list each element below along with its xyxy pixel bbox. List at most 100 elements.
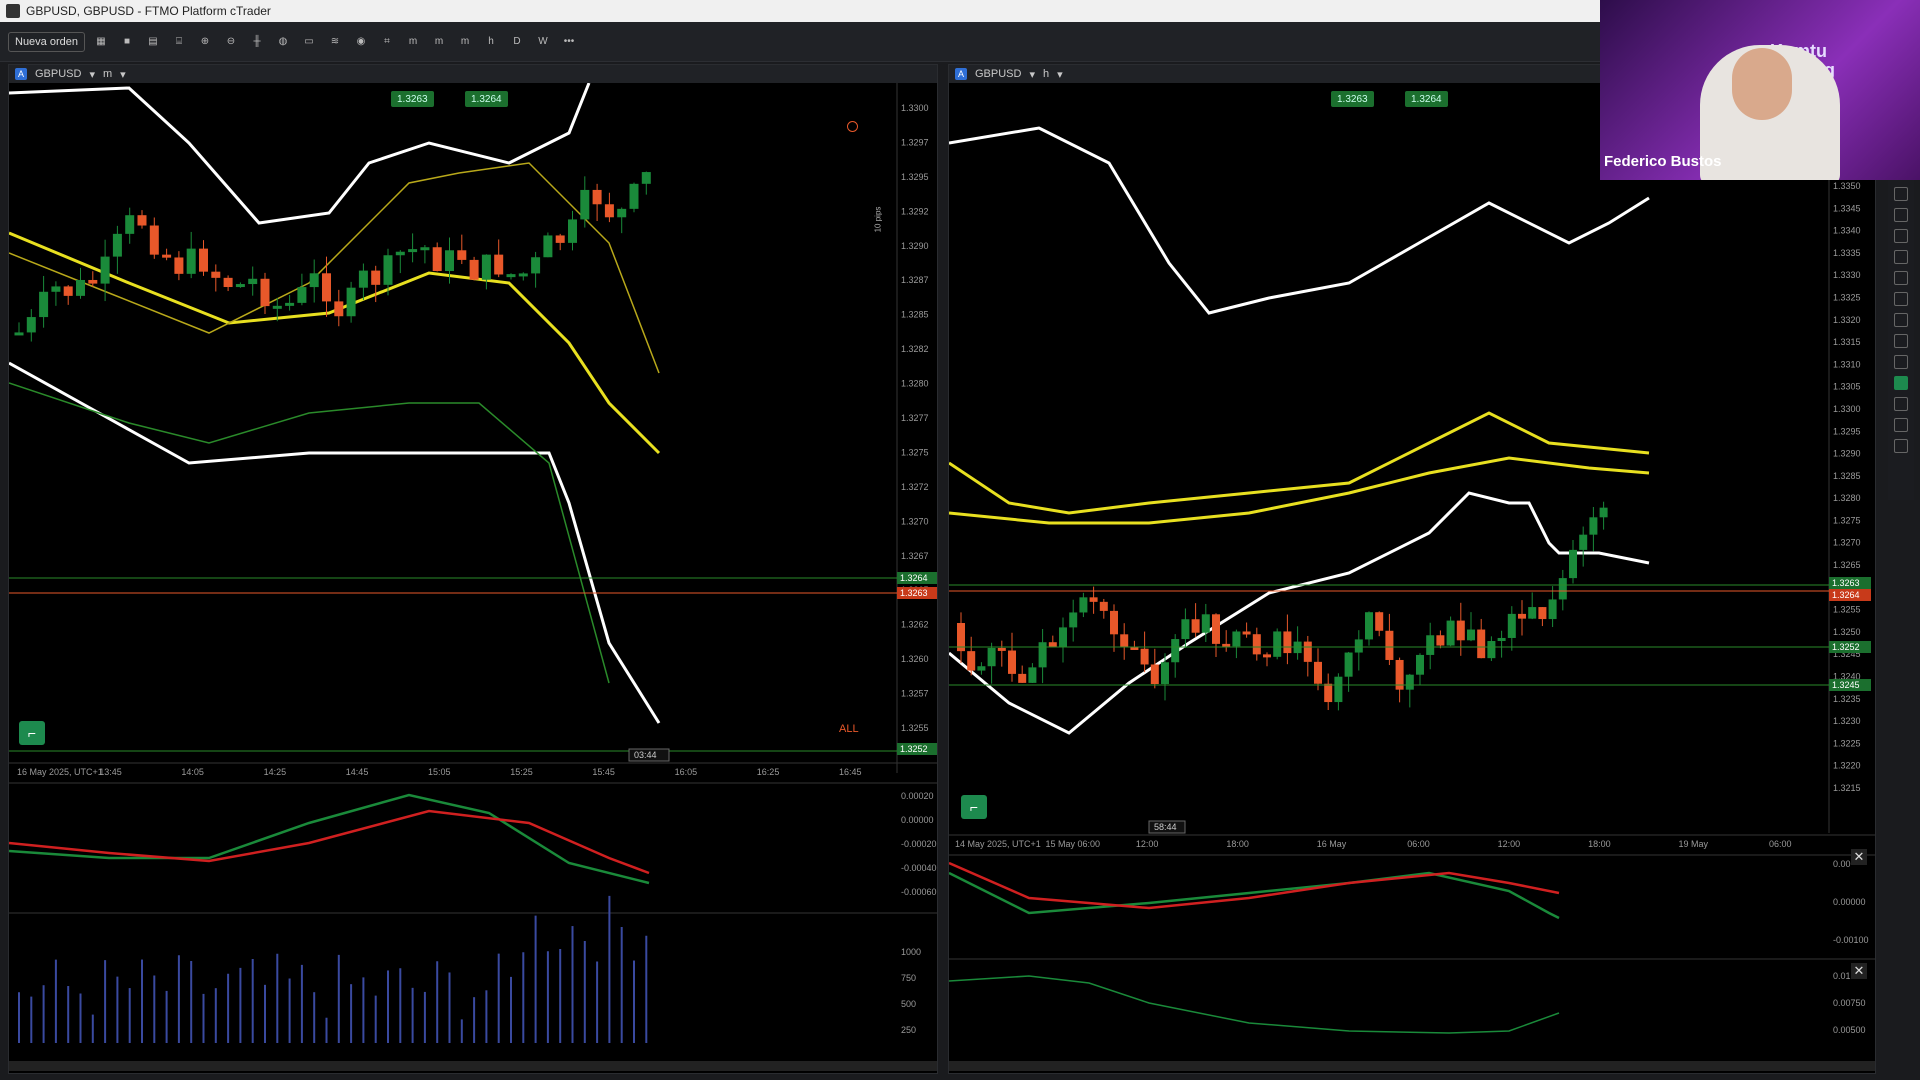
right-symbol-selector[interactable]: GBPUSD xyxy=(975,68,1021,80)
dropdown-icon[interactable]: ▾ xyxy=(120,68,126,81)
right-quick-trade-button[interactable]: ⌐ xyxy=(961,795,987,819)
left-quick-trade-button[interactable]: ⌐ xyxy=(19,721,45,745)
right-time-tick: 14 May 2025, UTC+1 xyxy=(955,839,1041,849)
left-volume-tick: 750 xyxy=(901,973,916,983)
left-price-tick: 1.3285 xyxy=(901,310,929,320)
tf-m15-button[interactable]: m xyxy=(455,33,475,51)
symbol-badge-icon: A xyxy=(955,68,967,80)
left-bid-tag[interactable]: 1.3263 xyxy=(391,91,434,107)
globe-icon[interactable]: ◍ xyxy=(273,33,293,51)
left-chart-pane[interactable]: A GBPUSD ▾ m ▾ 1.3300 1.3297 1.3295 1.3292 1… xyxy=(8,64,938,1074)
fibonacci-tool-icon[interactable] xyxy=(1894,334,1908,348)
pin-tool-icon[interactable] xyxy=(1894,250,1908,264)
right-timeframe-selector[interactable]: h xyxy=(1043,68,1049,80)
close-indicator-icon[interactable]: ✕ xyxy=(1851,963,1867,979)
left-candle xyxy=(445,250,454,272)
left-candle xyxy=(199,248,208,272)
rectangle-tool-icon[interactable] xyxy=(1894,292,1908,306)
left-price-tick: 1.3270 xyxy=(901,516,929,526)
right-horizontal-scrollbar[interactable] xyxy=(949,1061,1875,1071)
left-time-tick: 15:45 xyxy=(592,767,615,777)
left-timeframe-selector[interactable]: m xyxy=(103,68,112,80)
tf-w1-button[interactable]: W xyxy=(533,33,553,51)
tf-h1-button[interactable]: h xyxy=(481,33,501,51)
layers-icon[interactable]: ≋ xyxy=(325,33,345,51)
left-candle xyxy=(309,273,319,288)
layout-single-icon[interactable]: ▦ xyxy=(91,33,111,51)
alert-tool-icon[interactable] xyxy=(1894,418,1908,432)
more-button[interactable]: ••• xyxy=(559,33,579,51)
layout-split-icon[interactable]: ▤ xyxy=(143,33,163,51)
right-time-tick: 15 May 06:00 xyxy=(1045,839,1100,849)
right-price-box-label: 1.3263 xyxy=(1832,578,1860,588)
left-volume-tick: 500 xyxy=(901,999,916,1009)
right-price-tick: 1.3335 xyxy=(1833,248,1861,258)
right-chart-pane[interactable]: A GBPUSD ▾ h ▾ 1.3350 1.3345 1.3340 1.3335 1… xyxy=(948,64,1876,1074)
right-candle xyxy=(1140,648,1149,665)
left-candle xyxy=(457,250,467,260)
tf-d1-button[interactable]: D xyxy=(507,33,527,51)
right-ask-tag[interactable]: 1.3264 xyxy=(1405,91,1448,107)
right-price-tick: 1.3290 xyxy=(1833,449,1861,459)
line-tool-icon[interactable] xyxy=(1894,229,1908,243)
dropdown-icon[interactable]: ▾ xyxy=(89,68,95,81)
right-ema-slow xyxy=(949,456,1650,525)
eye-icon[interactable]: ◉ xyxy=(351,33,371,51)
channel-tool-icon[interactable] xyxy=(1894,271,1908,285)
lock-tool-icon[interactable] xyxy=(1894,397,1908,411)
pointer-tool-icon[interactable] xyxy=(1894,187,1908,201)
right-candle xyxy=(1385,630,1394,660)
indicators-icon[interactable]: ╫ xyxy=(247,33,267,51)
right-time-tick: 06:00 xyxy=(1769,839,1792,849)
left-price-tick: 1.3300 xyxy=(901,103,929,113)
close-macd-icon[interactable]: ✕ xyxy=(1851,849,1867,865)
left-candle xyxy=(395,251,405,256)
right-candle xyxy=(1171,639,1180,663)
tf-m1-button[interactable]: m xyxy=(403,33,423,51)
tf-m5-button[interactable]: m xyxy=(429,33,449,51)
ellipse-tool-icon[interactable] xyxy=(1894,313,1908,327)
left-candle xyxy=(358,270,368,288)
left-horizontal-scrollbar[interactable] xyxy=(9,1061,937,1071)
left-candle xyxy=(137,215,147,226)
text-tool-icon[interactable] xyxy=(1894,355,1908,369)
right-indicator-tick: 0.01 xyxy=(1833,971,1851,981)
left-chart-canvas[interactable]: 1.3300 1.3297 1.3295 1.3292 1.3290 1.3287 1.32… xyxy=(9,83,937,1073)
zoom-out-icon[interactable]: ⊖ xyxy=(221,33,241,51)
left-symbol-selector[interactable]: GBPUSD xyxy=(35,68,81,80)
left-candle xyxy=(272,305,282,309)
right-time-tick: 12:00 xyxy=(1136,839,1159,849)
left-price-tick: 1.3292 xyxy=(901,206,929,216)
left-macd-tick: -0.00040 xyxy=(901,863,937,873)
template-icon[interactable]: ▭ xyxy=(299,33,319,51)
dropdown-icon[interactable]: ▾ xyxy=(1029,68,1035,81)
timeframe-icon[interactable]: ⌗ xyxy=(377,33,397,51)
right-candle xyxy=(1334,676,1343,703)
chart-type-icon[interactable]: ⌸ xyxy=(169,33,189,51)
dropdown-icon[interactable]: ▾ xyxy=(1057,68,1063,81)
right-candle xyxy=(1507,613,1516,638)
history-tool-icon[interactable] xyxy=(1894,439,1908,453)
left-price-box-label: 1.3263 xyxy=(900,588,928,598)
color-tool-icon[interactable] xyxy=(1894,376,1908,390)
right-candle xyxy=(1589,517,1598,535)
pencil-tool-icon[interactable] xyxy=(1894,208,1908,222)
right-chart-canvas[interactable]: 1.3350 1.3345 1.3340 1.3335 1.3330 1.3325 1.33… xyxy=(949,83,1875,1073)
right-price-box-label: 1.3264 xyxy=(1832,590,1860,600)
drawing-tools-panel xyxy=(1888,180,1914,500)
right-price-tick: 1.3285 xyxy=(1833,471,1861,481)
left-candle xyxy=(322,273,331,302)
right-candle xyxy=(1416,654,1424,675)
left-time-cursor-label: 03:44 xyxy=(634,750,657,760)
right-bid-tag[interactable]: 1.3263 xyxy=(1331,91,1374,107)
circle-icon[interactable] xyxy=(847,121,858,132)
zoom-in-icon[interactable]: ⊕ xyxy=(195,33,215,51)
right-time-tick: 18:00 xyxy=(1226,839,1249,849)
right-candle xyxy=(1038,642,1047,668)
left-ask-tag[interactable]: 1.3264 xyxy=(465,91,508,107)
left-candle xyxy=(629,183,639,209)
layout-icon[interactable]: ■ xyxy=(117,33,137,51)
right-time-tick: 18:00 xyxy=(1588,839,1611,849)
new-order-button[interactable]: Nueva orden xyxy=(8,31,85,52)
right-candle xyxy=(1212,614,1220,644)
